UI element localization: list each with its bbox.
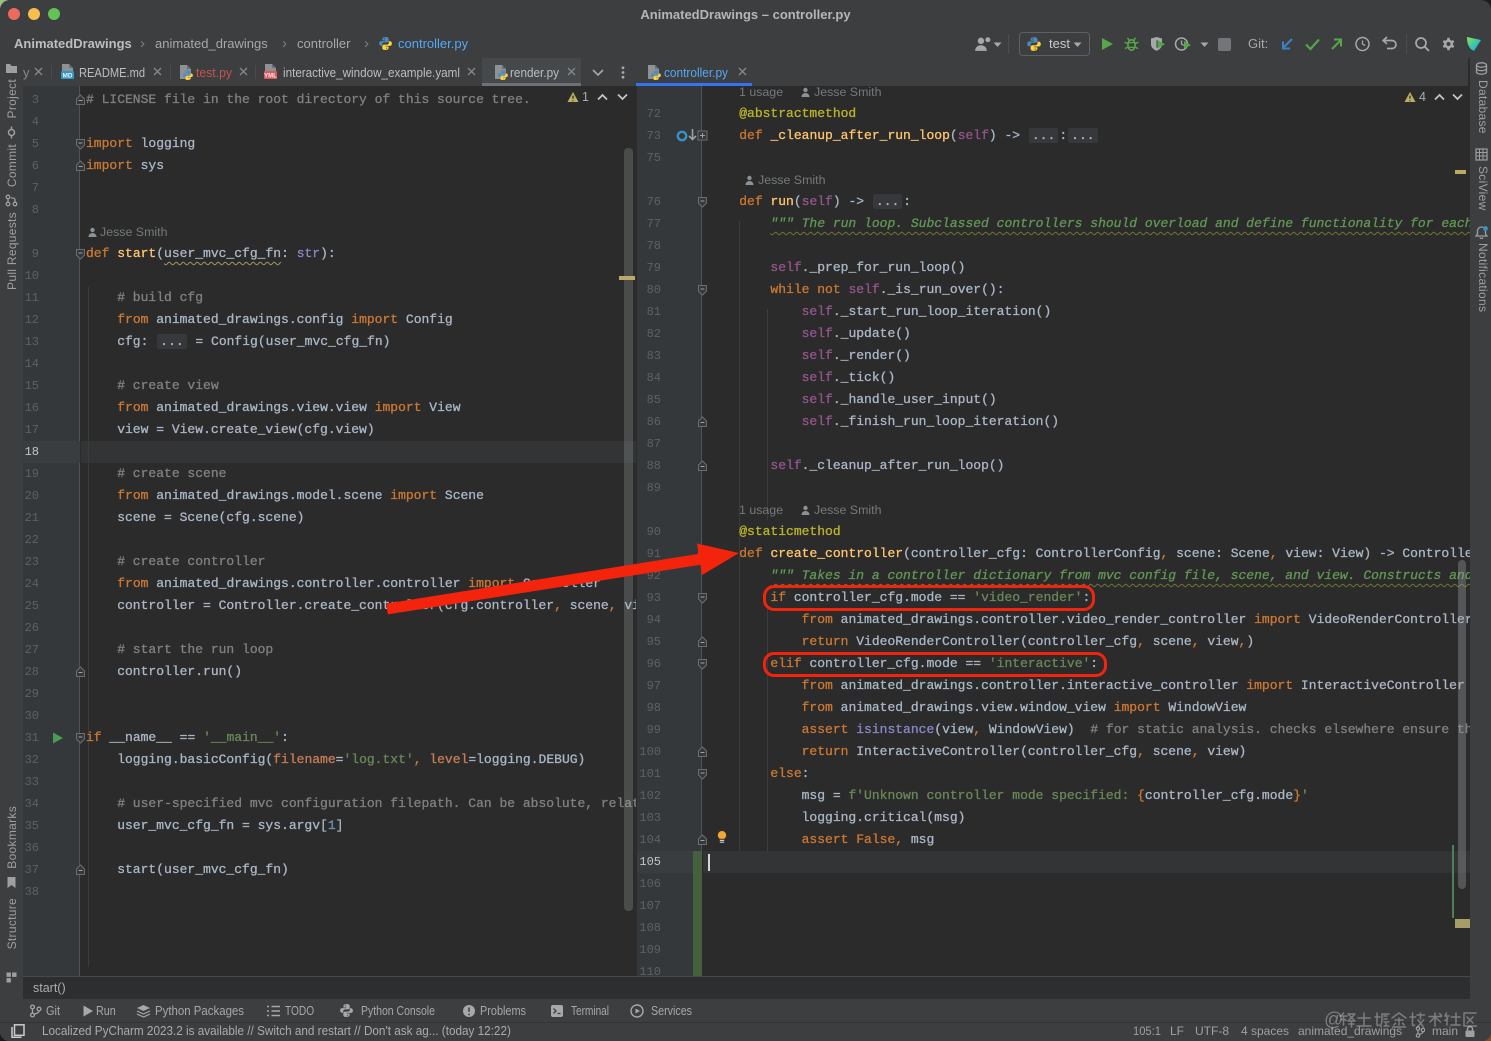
svg-text:MD: MD	[63, 72, 73, 79]
svg-text:YML: YML	[264, 73, 277, 79]
